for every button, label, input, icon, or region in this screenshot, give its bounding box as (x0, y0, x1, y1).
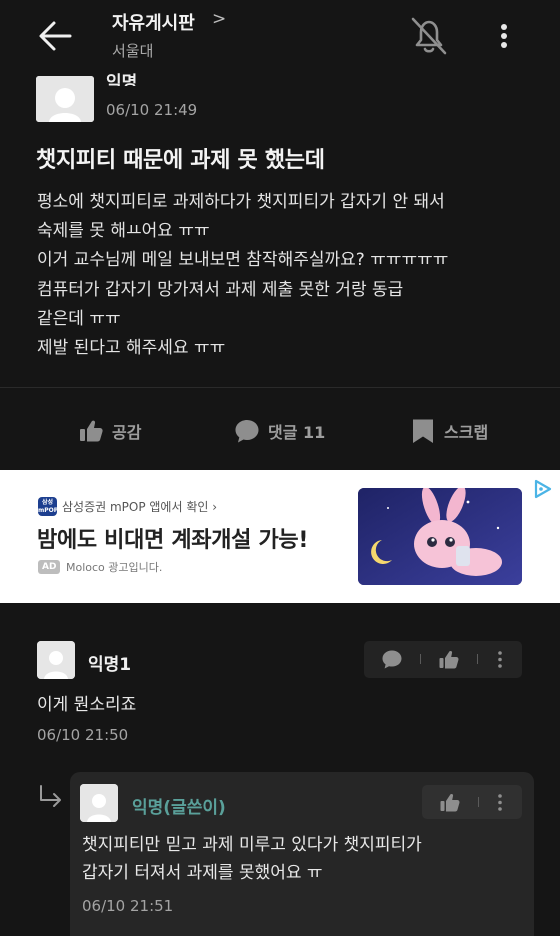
post-author: 익명 (106, 73, 138, 86)
comment-bubble-icon (235, 420, 259, 443)
post-actions: 공감 댓글 11 스크랩 (0, 400, 560, 460)
post-body-line: 평소에 챗지피티로 과제하다가 챗지피티가 갑자기 안 돼서 (37, 192, 445, 212)
reply-text: 챗지피티만 믿고 과제 미루고 있다가 챗지피티가 갑자기 터져서 과제를 못했… (82, 831, 522, 887)
ad-app-logo: 삼성 mPOP (38, 497, 59, 516)
ad-headline[interactable]: 밤에도 비대면 계좌개설 가능! (37, 522, 308, 554)
bookmark-icon (413, 419, 433, 443)
comment-timestamp: 06/10 21:50 (37, 726, 129, 744)
thumbs-up-icon[interactable] (438, 649, 460, 670)
post-body-line: 컴퓨터가 갑자기 망가져서 과제 제출 못한 거랑 동급 (37, 279, 404, 300)
school-name: 서울대 (112, 42, 154, 60)
reply-bubble-icon[interactable] (381, 649, 403, 670)
reply-timestamp: 06/10 21:51 (82, 897, 174, 915)
more-vertical-icon[interactable] (494, 792, 506, 813)
post-body-line: 제발 된다고 해주세요 ㅠㅠ (37, 338, 226, 359)
comment-action-bar (364, 641, 522, 678)
back-arrow-icon[interactable] (34, 16, 78, 56)
reply-text-line: 갑자기 터져서 과제를 못했어요 ㅠ (82, 863, 323, 883)
ad-disclosure: Moloco 광고입니다. (66, 561, 163, 574)
post-body: 평소에 챗지피티로 과제하다가 챗지피티가 갑자기 안 돼서 숙제를 못 해ㅛ어… (37, 188, 537, 363)
ad-choices-icon[interactable] (530, 478, 554, 500)
reply-author: 익명(글쓴이) (132, 798, 226, 818)
comment-avatar (37, 641, 75, 679)
ad-banner[interactable]: 삼성 mPOP 삼성증권 mPOP 앱에서 확인 › 밤에도 비대면 계좌개설 가… (0, 470, 560, 603)
like-button[interactable]: 공감 (78, 414, 141, 448)
divider (0, 387, 560, 388)
notification-off-icon[interactable] (406, 14, 452, 58)
reply-action-bar (422, 785, 522, 819)
post-timestamp: 06/10 21:49 (106, 101, 198, 119)
ad-badge: AD (38, 560, 61, 574)
comment-count-label: 댓글 11 (268, 423, 326, 442)
ad-sponsor[interactable]: 삼성증권 mPOP 앱에서 확인 › (62, 498, 217, 515)
thumbs-up-icon (80, 420, 103, 442)
reply-text-line: 챗지피티만 믿고 과제 미루고 있다가 챗지피티가 (82, 835, 422, 855)
post-body-line: 이거 교수님께 메일 보내보면 참작해주실까요? ㅠㅠㅠㅠㅠ (37, 250, 449, 271)
board-title[interactable]: 자유게시판 (112, 9, 195, 35)
thumbs-up-icon[interactable] (439, 792, 461, 813)
comment-button[interactable]: 댓글 11 (234, 414, 325, 448)
default-profile-icon (36, 76, 94, 122)
comment-text: 이게 뭔소리죠 (37, 695, 137, 715)
more-vertical-icon[interactable] (494, 649, 506, 670)
comment-author: 익명1 (88, 655, 132, 675)
post-body-line: 같은데 ㅠㅠ (37, 308, 121, 329)
separator (478, 797, 479, 807)
post-body-line: 숙제를 못 해ㅛ어요 ㅠㅠ (37, 221, 210, 242)
default-profile-icon (37, 641, 75, 679)
app-header: 자유게시판 > 서울대 (0, 0, 560, 72)
bunny-character-illustration (358, 488, 522, 585)
scrap-button[interactable]: 스크랩 (410, 414, 488, 448)
default-profile-icon (80, 784, 118, 822)
more-vertical-icon[interactable] (490, 16, 518, 56)
chevron-right-icon[interactable]: > (212, 9, 226, 29)
post-title: 챗지피티 때문에 과제 못 했는데 (36, 148, 325, 173)
separator (420, 654, 421, 664)
reply-avatar (80, 784, 118, 822)
scrap-label: 스크랩 (444, 423, 489, 442)
separator (477, 654, 478, 664)
reply-arrow-icon (38, 784, 64, 808)
like-label: 공감 (112, 423, 142, 442)
author-avatar (36, 76, 94, 122)
ad-image[interactable] (358, 488, 522, 585)
